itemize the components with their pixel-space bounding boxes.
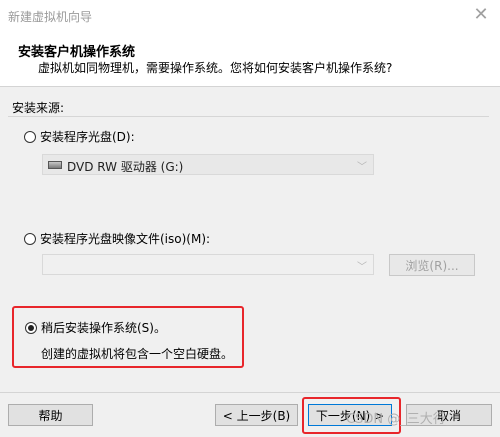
disc-drive-select[interactable]: DVD RW 驱动器 (G:) ﹀	[42, 154, 374, 175]
option-install-later-label[interactable]: 稍后安装操作系统(S)。	[41, 319, 166, 336]
disc-drive-value: DVD RW 驱动器 (G:)	[67, 160, 184, 174]
install-source-label: 安装来源:	[12, 101, 65, 115]
radio-iso-image[interactable]	[24, 233, 36, 245]
iso-path-select[interactable]: ﹀	[42, 254, 374, 275]
page-subtitle: 虚拟机如同物理机，需要操作系统。您将如何安装客户机操作系统?	[38, 61, 393, 75]
back-button[interactable]: < 上一步(B)	[215, 404, 298, 426]
footer-divider	[0, 392, 500, 393]
help-button[interactable]: 帮助	[8, 404, 93, 426]
title-bar: 新建虚拟机向导 ✕	[0, 0, 500, 30]
option-installer-disc-label[interactable]: 安装程序光盘(D):	[40, 128, 135, 145]
dvd-drive-icon	[48, 161, 62, 169]
page-title: 安装客户机操作系统	[18, 45, 136, 60]
chevron-down-icon: ﹀	[357, 262, 367, 273]
wizard-header: 安装客户机操作系统 虚拟机如同物理机，需要操作系统。您将如何安装客户机操作系统?	[0, 30, 500, 87]
chevron-down-icon: ﹀	[357, 162, 367, 173]
option-iso-image-label[interactable]: 安装程序光盘映像文件(iso)(M):	[40, 230, 210, 247]
window-title: 新建虚拟机向导	[8, 10, 93, 24]
radio-installer-disc[interactable]	[24, 131, 36, 143]
radio-install-later[interactable]	[25, 322, 37, 334]
close-icon[interactable]: ✕	[470, 6, 492, 24]
option-install-later-description: 创建的虚拟机将包含一个空白硬盘。	[41, 347, 234, 361]
watermark: CSDN @_三大行_	[346, 412, 453, 427]
browse-button[interactable]: 浏览(R)...	[389, 254, 475, 276]
